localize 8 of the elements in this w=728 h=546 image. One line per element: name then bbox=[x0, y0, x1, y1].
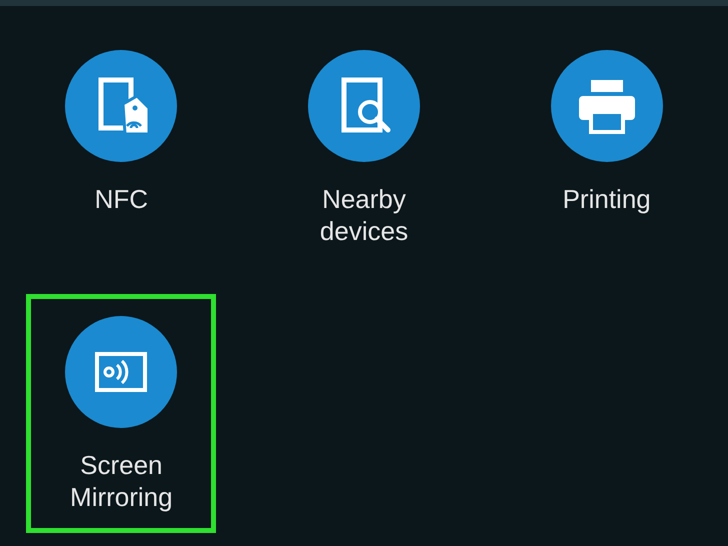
tablet-tag-icon bbox=[65, 50, 178, 162]
document-search-icon bbox=[308, 50, 420, 162]
screen-cast-icon bbox=[65, 316, 178, 428]
app-tile[interactable]: NFC bbox=[26, 28, 216, 235]
app-tile[interactable]: Screen Mirroring bbox=[26, 294, 216, 533]
app-tile[interactable]: Nearby devices bbox=[268, 28, 459, 267]
printer-icon bbox=[550, 50, 663, 162]
app-tile[interactable]: Printing bbox=[512, 28, 702, 235]
